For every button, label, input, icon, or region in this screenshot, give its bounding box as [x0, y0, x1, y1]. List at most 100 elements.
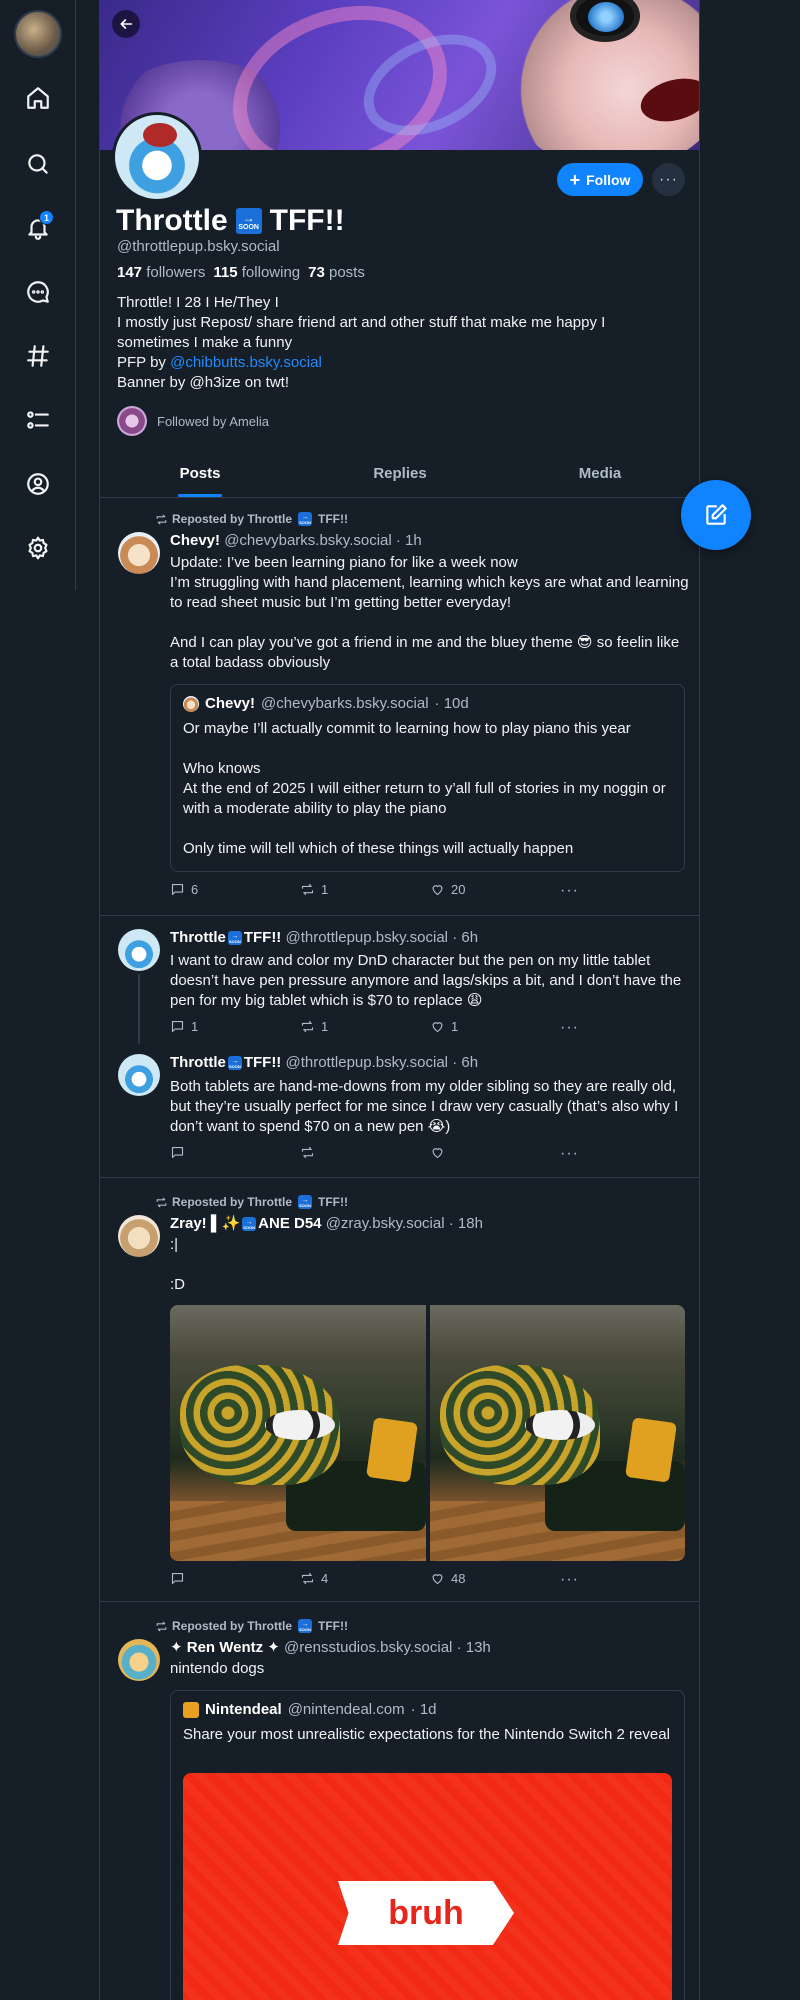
post-text: I want to draw and color my DnD characte…: [170, 952, 686, 1009]
repost-icon: [156, 1197, 167, 1207]
followed-by[interactable]: Followed by Amelia: [117, 406, 269, 436]
posts-count: 73 posts: [308, 264, 365, 281]
compose-button[interactable]: [681, 480, 751, 550]
follow-button[interactable]: + Follow: [557, 163, 643, 196]
feeds-hash-icon[interactable]: [20, 338, 56, 374]
heart-icon: [432, 1148, 443, 1159]
reply-button[interactable]: [170, 1571, 191, 1586]
reply-button[interactable]: 1: [170, 1019, 198, 1034]
tab-media[interactable]: Media: [500, 452, 700, 497]
post-more-button[interactable]: ···: [560, 1571, 579, 1589]
tab-posts[interactable]: Posts: [100, 452, 300, 497]
home-icon[interactable]: [20, 80, 56, 116]
avatar[interactable]: [118, 1054, 160, 1096]
tab-replies[interactable]: Replies: [300, 452, 500, 497]
repost-icon: [301, 1572, 314, 1585]
profile-more-button[interactable]: ···: [652, 163, 685, 196]
post-more-button[interactable]: ···: [560, 882, 579, 900]
post-actions: 1 1 1 ···: [170, 1019, 600, 1039]
reply-icon: [171, 1146, 184, 1159]
post-text: Both tablets are hand-me-downs from my o…: [170, 1078, 683, 1135]
display-name: Throttle → SOON TFF!!: [116, 204, 345, 237]
post-header: Throttle → SOON TFF!! @throttlepup.bsky.soc…: [170, 929, 479, 946]
feed-post[interactable]: Reposted by Throttle → SOON TFF!! Chevy! @c…: [100, 499, 700, 915]
post-text: :| :D: [170, 1236, 185, 1293]
post-actions: 4 48 ···: [170, 1571, 600, 1591]
post-more-button[interactable]: ···: [560, 1019, 579, 1037]
thread-line: [138, 974, 140, 1044]
repost-icon: [301, 1146, 314, 1159]
compose-pencil-icon: [706, 504, 727, 525]
like-button[interactable]: 1: [430, 1019, 458, 1034]
avatar[interactable]: [118, 1215, 160, 1257]
pfp-credit-link[interactable]: @chibbutts.bsky.social: [170, 354, 322, 371]
settings-gear-icon[interactable]: [20, 530, 56, 566]
profile-bio: Throttle! I 28 I He/They I I mostly just…: [117, 294, 606, 391]
repost-icon: [301, 883, 314, 896]
avatar[interactable]: [118, 1639, 160, 1681]
following-link[interactable]: 115 following: [213, 264, 300, 281]
avatar[interactable]: [118, 532, 160, 574]
heart-icon: [432, 885, 443, 896]
post-actions: 6 1 20 ···: [170, 882, 600, 902]
heart-icon: [432, 1022, 443, 1033]
post-header: Chevy! @chevybarks.bsky.social · 1h: [170, 532, 422, 549]
like-button[interactable]: 48: [430, 1571, 465, 1586]
profile-avatar[interactable]: [112, 112, 202, 202]
lists-icon[interactable]: [20, 402, 56, 438]
repost-button[interactable]: 4: [300, 1571, 328, 1586]
avatar[interactable]: [118, 929, 160, 971]
arrow-left-icon: [120, 19, 133, 29]
post-actions: ···: [170, 1145, 600, 1165]
follower-avatar: [117, 406, 147, 436]
feed-post[interactable]: Reposted by Throttle → SOON TFF!! Zray! ▌✨ →…: [100, 1177, 700, 1601]
quoted-post[interactable]: Nintendeal @nintendeal.com · 1d Share yo…: [170, 1690, 685, 2000]
search-icon[interactable]: [20, 146, 56, 182]
repost-icon: [156, 514, 167, 524]
repost-indicator: Reposted by Throttle → SOON TFF!!: [155, 1195, 348, 1209]
repost-icon: [156, 1621, 167, 1631]
like-button[interactable]: 20: [430, 882, 465, 897]
feed-post[interactable]: Reposted by Throttle → SOON TFF!! ✦ Ren Wen…: [100, 1601, 700, 2000]
chat-icon[interactable]: [20, 274, 56, 310]
profile-icon[interactable]: [20, 466, 56, 502]
post-image[interactable]: [429, 1305, 685, 1561]
soon-arrow-emoji: → SOON: [235, 208, 262, 234]
notification-badge: 1: [39, 210, 54, 225]
quote-image[interactable]: bruh: [183, 1773, 672, 2000]
profile-tabs: Posts Replies Media: [100, 452, 700, 498]
profile-handle: @throttlepup.bsky.social: [117, 238, 280, 255]
profile-main-column: + Follow ··· Throttle → SOON TFF!! @throt…: [99, 0, 700, 2000]
like-button[interactable]: [430, 1145, 445, 1160]
notifications-icon[interactable]: 1: [20, 210, 56, 246]
reply-icon: [171, 883, 184, 896]
repost-indicator: Reposted by Throttle → SOON TFF!!: [155, 512, 348, 526]
reply-icon: [171, 1020, 184, 1033]
left-nav: 1: [0, 0, 76, 590]
profile-stats: 147 followers 115 following 73 posts: [117, 264, 365, 281]
my-avatar[interactable]: [14, 10, 62, 58]
repost-button[interactable]: [300, 1145, 315, 1160]
post-image-gallery[interactable]: [170, 1305, 685, 1561]
reply-icon: [171, 1572, 184, 1585]
reply-button[interactable]: [170, 1145, 185, 1160]
reply-button[interactable]: 6: [170, 882, 198, 897]
quote-avatar: [183, 695, 199, 712]
post-header: Throttle → SOON TFF!! @throttlepup.bsky.soc…: [170, 1054, 479, 1071]
quoted-post[interactable]: Chevy! @chevybarks.bsky.social · 10d Or …: [170, 684, 685, 872]
feed-post[interactable]: Throttle → SOON TFF!! @throttlepup.bsky.soc…: [100, 1041, 700, 1177]
repost-button[interactable]: 1: [300, 882, 328, 897]
repost-button[interactable]: 1: [300, 1019, 328, 1034]
post-image[interactable]: [170, 1305, 426, 1561]
feed-post[interactable]: Throttle → SOON TFF!! @throttlepup.bsky.soc…: [100, 915, 700, 1044]
back-button[interactable]: [112, 10, 140, 38]
repost-icon: [301, 1020, 314, 1033]
post-text: nintendo dogs: [170, 1660, 265, 1677]
post-header: ✦ Ren Wentz ✦ @rensstudios.bsky.social ·…: [170, 1639, 491, 1656]
post-more-button[interactable]: ···: [560, 1145, 579, 1163]
post-text: Update: I’ve been learning piano for lik…: [170, 554, 689, 671]
followers-link[interactable]: 147 followers: [117, 264, 205, 281]
plus-icon: +: [569, 169, 581, 190]
quote-avatar: [183, 1701, 199, 1718]
post-header: Zray! ▌✨ → SOON ANE D54 @zray.bsky.social ·…: [170, 1215, 483, 1232]
